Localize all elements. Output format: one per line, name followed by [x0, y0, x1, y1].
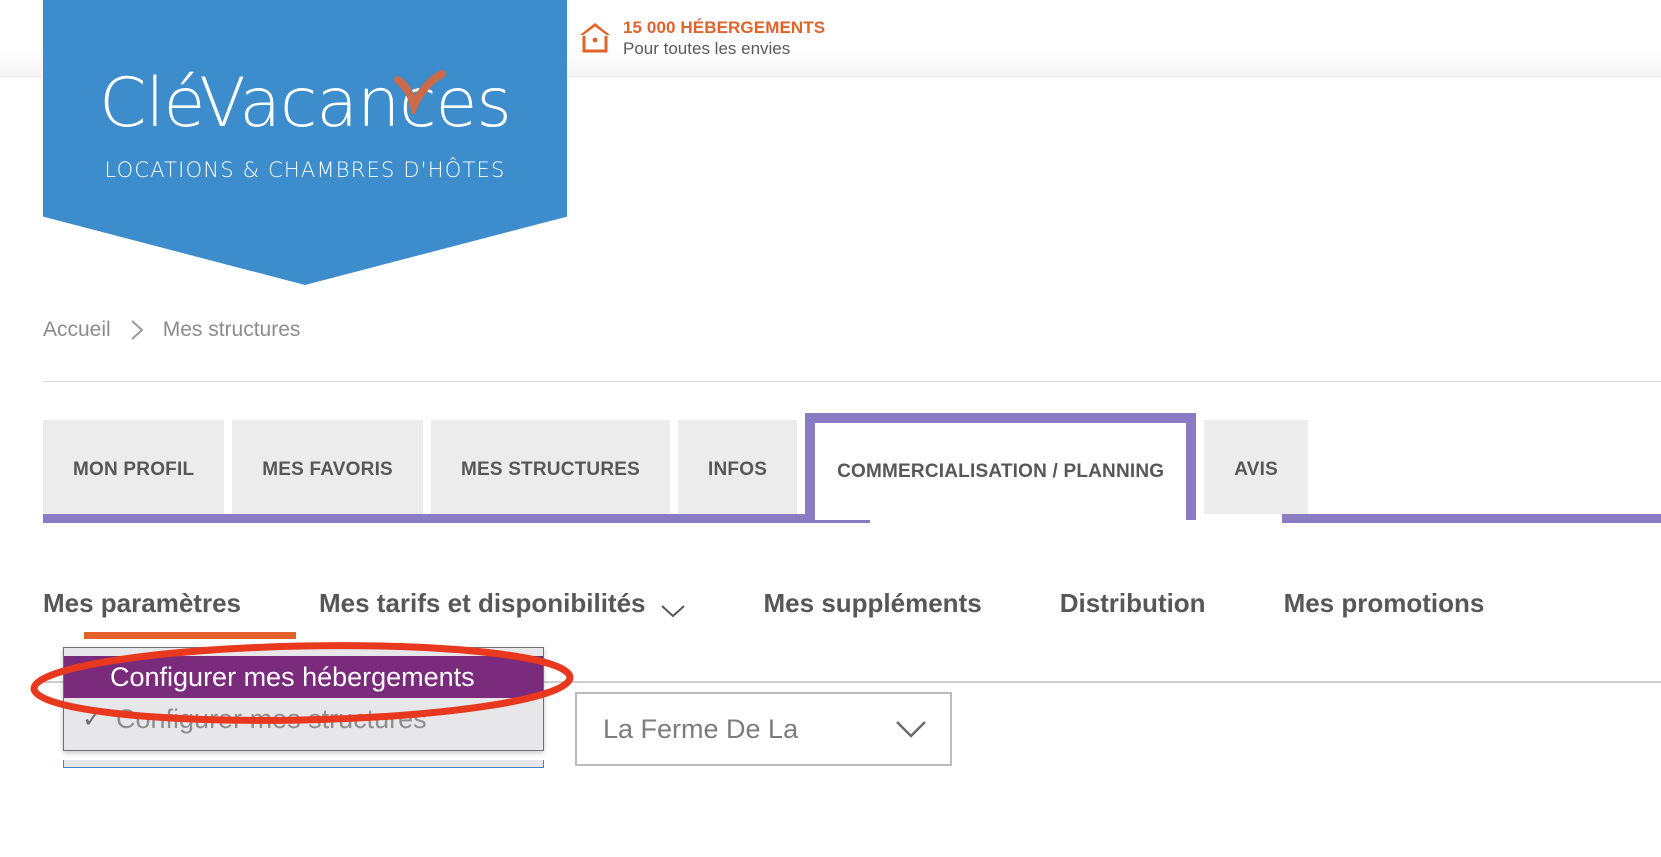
menu-item-configurer-mes-structures-label: Configurer mes structures	[116, 703, 427, 734]
tab-mon-profil[interactable]: MON PROFIL	[43, 420, 225, 520]
subnav-label-distribution: Distribution	[1059, 587, 1206, 618]
main-tab-bar: MON PROFIL MES FAVORIS MES STRUCTURES IN…	[43, 413, 1316, 520]
logo-subtitle: LOCATIONS & CHAMBRES D'HÔTES	[104, 158, 506, 182]
structure-select-value: La Ferme De La	[603, 713, 799, 744]
breadcrumb-divider	[43, 381, 1661, 382]
subnav-label-mes-tarifs: Mes tarifs et disponibilités	[319, 587, 646, 618]
subnav-item-mes-promotions[interactable]: Mes promotions	[1284, 588, 1485, 619]
subnav-item-distribution[interactable]: Distribution	[1060, 588, 1206, 619]
chevron-down-icon	[660, 595, 686, 618]
subnav-active-indicator	[84, 632, 296, 639]
tagline-line1: 15 000 HÉBERGEMENTS	[623, 18, 826, 37]
tab-infos[interactable]: INFOS	[678, 420, 798, 520]
breadcrumb-home[interactable]: Accueil	[43, 318, 111, 342]
chevron-right-icon	[129, 319, 145, 341]
tab-mes-structures[interactable]: MES STRUCTURES	[430, 420, 671, 520]
check-icon: ✓	[82, 705, 103, 733]
tab-mes-favoris[interactable]: MES FAVORIS	[232, 420, 423, 520]
subnav-item-mes-tarifs-disponibilites[interactable]: Mes tarifs et disponibilités	[319, 588, 686, 619]
page-root: 15 000 HÉBERGEMENTS Pour toutes les envi…	[0, 0, 1661, 857]
dropdown-focus-strip	[63, 760, 544, 768]
header-tagline: 15 000 HÉBERGEMENTS Pour toutes les envi…	[578, 18, 825, 60]
logo-banner[interactable]: CléVacances LOCATIONS & CHAMBRES D'HÔTES	[43, 0, 567, 285]
tab-avis[interactable]: AVIS	[1204, 420, 1309, 520]
tab-commercialisation-planning[interactable]: COMMERCIALISATION / PLANNING	[805, 413, 1197, 520]
house-icon	[578, 20, 612, 54]
breadcrumb: Accueil Mes structures	[43, 318, 300, 342]
parametres-dropdown-menu: Configurer mes hébergements ✓ Configurer…	[63, 647, 544, 751]
tagline-line2: Pour toutes les envies	[623, 39, 791, 58]
subnav-item-mes-parametres[interactable]: Mes paramètres	[43, 588, 241, 619]
subnav-label-mes-promotions: Mes promotions	[1283, 587, 1485, 618]
subnav-item-mes-supplements[interactable]: Mes suppléments	[764, 588, 982, 619]
breadcrumb-current: Mes structures	[162, 318, 301, 341]
menu-item-configurer-mes-hebergements[interactable]: Configurer mes hébergements	[64, 656, 543, 698]
subnav-label-mes-supplements: Mes suppléments	[763, 587, 982, 618]
chevron-down-icon	[894, 719, 928, 739]
menu-item-configurer-mes-structures[interactable]: ✓ Configurer mes structures	[64, 698, 543, 740]
subnav-label-mes-parametres: Mes paramètres	[43, 587, 241, 618]
sub-navigation: Mes paramètres Mes tarifs et disponibili…	[43, 572, 1562, 634]
structure-select[interactable]: La Ferme De La	[575, 692, 952, 766]
logo-wordmark: CléVacances	[99, 64, 512, 143]
